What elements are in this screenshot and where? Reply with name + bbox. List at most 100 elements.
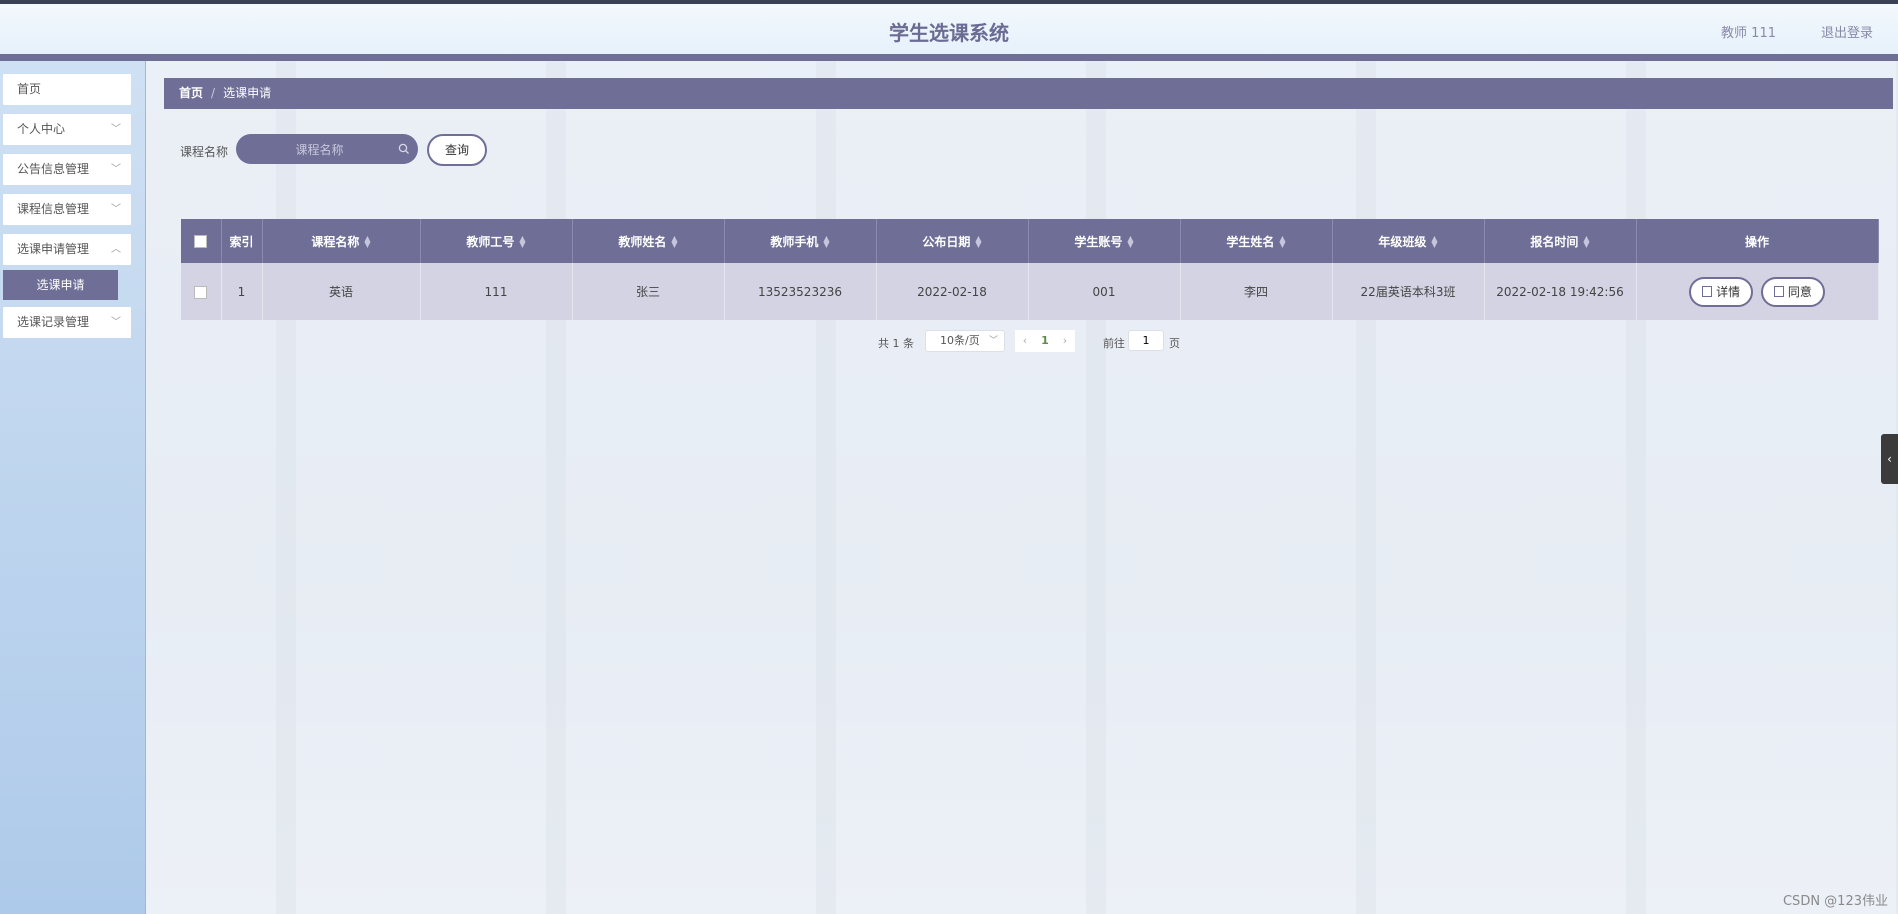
goto-page-input[interactable]: [1128, 330, 1164, 351]
page-number-button[interactable]: 1: [1035, 330, 1055, 352]
row-select-cell: [181, 263, 222, 320]
chevron-down-icon: ﹀: [111, 124, 121, 135]
approve-button-label: 同意: [1787, 284, 1812, 299]
chevron-down-icon: ﹀: [988, 336, 998, 346]
column-header-actions: 操作: [1636, 219, 1879, 263]
column-label: 教师手机: [770, 234, 819, 249]
detail-button-label: 详情: [1716, 284, 1741, 299]
column-header-teacher-phone[interactable]: 教师手机 ▲ ▼: [724, 219, 877, 263]
column-label: 课程名称: [311, 234, 360, 249]
next-page-button[interactable]: ›: [1055, 330, 1075, 352]
column-header-student-account[interactable]: 学生账号 ▲ ▼: [1028, 219, 1181, 263]
sidebar-item-label: 选课记录管理: [17, 315, 90, 329]
search-label: 课程名称: [180, 145, 229, 159]
column-header-teacher-id[interactable]: 教师工号 ▲ ▼: [420, 219, 573, 263]
cell-actions: 详情 同意: [1636, 263, 1879, 320]
sort-icon[interactable]: ▲ ▼: [671, 235, 677, 249]
sort-icon[interactable]: ▲ ▼: [519, 235, 525, 249]
app-title: 学生选课系统: [889, 21, 1009, 45]
cell-teacher-id: 111: [420, 263, 573, 320]
pagination: 共 1 条 10条/页 ﹀ ‹ 1 › 前往 页: [146, 330, 1898, 354]
application-table: 索引 课程名称 ▲ ▼ 教师工号 ▲ ▼ 教师姓名 ▲ ▼ 教师手机 ▲ ▼ 公布日期 ▲ ▼ 学生…: [181, 219, 1879, 320]
cell-teacher-name: 张三: [572, 263, 725, 320]
sidebar-item-label: 首页: [17, 82, 42, 96]
page-size-select[interactable]: 10条/页 ﹀: [925, 330, 1005, 352]
chevron-down-icon: ﹀: [111, 317, 121, 328]
sort-icon[interactable]: ▲ ▼: [1431, 235, 1437, 249]
cell-publish-date: 2022-02-18: [876, 263, 1029, 320]
column-label: 操作: [1744, 234, 1769, 249]
sidebar-item-personal-center[interactable]: 个人中心 ﹀: [3, 114, 131, 145]
column-label: 年级班级: [1378, 234, 1427, 249]
app-header: 学生选课系统 教师 111 退出登录: [0, 4, 1898, 54]
sort-icon[interactable]: ▲ ▼: [1279, 235, 1285, 249]
detail-button[interactable]: 详情: [1689, 276, 1754, 307]
column-label: 报名时间: [1530, 234, 1579, 249]
select-all-checkbox[interactable]: [194, 235, 208, 248]
breadcrumb-current: 选课申请: [223, 86, 272, 100]
sort-icon[interactable]: ▲ ▼: [364, 235, 370, 249]
column-header-publish-date[interactable]: 公布日期 ▲ ▼: [876, 219, 1029, 263]
document-icon: [1702, 285, 1713, 297]
table-header-row: 索引 课程名称 ▲ ▼ 教师工号 ▲ ▼ 教师姓名 ▲ ▼ 教师手机 ▲ ▼ 公布日期 ▲ ▼ 学生…: [181, 219, 1879, 263]
approve-button[interactable]: 同意: [1760, 276, 1825, 307]
sidebar-item-record-management[interactable]: 选课记录管理 ﹀: [3, 307, 131, 338]
cell-teacher-phone: 13523523236: [724, 263, 877, 320]
breadcrumb-separator: /: [211, 86, 216, 100]
sidebar-item-label: 选课申请管理: [17, 242, 90, 256]
sort-icon[interactable]: ▲ ▼: [975, 235, 981, 249]
select-all-cell: [181, 219, 222, 263]
sidebar-item-label: 个人中心: [17, 122, 66, 136]
chevron-down-icon: ﹀: [111, 164, 121, 175]
cell-signup-time: 2022-02-18 19:42:56: [1484, 263, 1637, 320]
cell-student-account: 001: [1028, 263, 1181, 320]
sort-icon[interactable]: ▲ ▼: [823, 235, 829, 249]
header-divider: [0, 54, 1898, 61]
cell-student-name: 李四: [1180, 263, 1333, 320]
breadcrumb: 首页 / 选课申请: [164, 78, 1893, 109]
column-label: 教师工号: [466, 234, 515, 249]
document-icon: [1773, 285, 1784, 297]
column-header-student-name[interactable]: 学生姓名 ▲ ▼: [1180, 219, 1333, 263]
sidebar-item-label: 课程信息管理: [17, 202, 90, 216]
column-header-teacher-name[interactable]: 教师姓名 ▲ ▼: [572, 219, 725, 263]
page-unit-label: 页: [1169, 337, 1180, 350]
column-label: 教师姓名: [618, 234, 667, 249]
column-header-class[interactable]: 年级班级 ▲ ▼: [1332, 219, 1485, 263]
cell-index: 1: [221, 263, 263, 320]
column-header: 索引: [221, 219, 263, 263]
sidebar-item-application-management[interactable]: 选课申请管理 ︿: [3, 234, 131, 265]
query-button[interactable]: 查询: [427, 134, 487, 166]
breadcrumb-home[interactable]: 首页: [179, 86, 203, 100]
prev-page-button[interactable]: ‹: [1015, 330, 1035, 352]
logout-link[interactable]: 退出登录: [1821, 22, 1873, 41]
search-icon: [398, 143, 409, 154]
sidebar-item-label: 公告信息管理: [17, 162, 90, 176]
main-content: 首页 / 选课申请 课程名称 查询 索引 课程名称 ▲▼ 教师工号 ▲▼ 教师姓名 ▲▼ …: [146, 61, 1898, 914]
chevron-down-icon: ﹀: [111, 204, 121, 215]
cell-course-name: 英语: [262, 263, 421, 320]
column-label: 公布日期: [922, 234, 971, 249]
table-row: 1 英语 111 张三 13523523236 2022-02-18 001 李…: [181, 263, 1879, 320]
column-header-course-name[interactable]: 课程名称 ▲ ▼: [262, 219, 421, 263]
sort-icon[interactable]: ▲ ▼: [1127, 235, 1133, 249]
chevron-up-icon: ︿: [111, 244, 121, 255]
sidebar-item-home[interactable]: 首页: [3, 74, 131, 105]
column-header-signup-time[interactable]: 报名时间 ▲ ▼: [1484, 219, 1637, 263]
goto-label: 前往: [1103, 337, 1125, 350]
sort-icon[interactable]: ▲ ▼: [1583, 235, 1589, 249]
page-size-value: 10条/页: [940, 334, 980, 347]
collapse-panel-button[interactable]: ‹: [1881, 434, 1898, 484]
sidebar: 首页 个人中心 ﹀ 公告信息管理 ﹀ 课程信息管理 ﹀ 选课申请管理 ︿ 选课申…: [0, 61, 146, 914]
column-label: 索引: [229, 234, 254, 249]
column-label: 学生账号: [1074, 234, 1123, 249]
sidebar-item-notice-management[interactable]: 公告信息管理 ﹀: [3, 154, 131, 185]
current-user: 教师 111: [1721, 26, 1776, 41]
pagination-total: 共 1 条: [878, 337, 914, 350]
row-checkbox[interactable]: [194, 285, 208, 299]
sidebar-item-course-management[interactable]: 课程信息管理 ﹀: [3, 194, 131, 225]
cell-class: 22届英语本科3班: [1332, 263, 1485, 320]
sidebar-subitem-course-application[interactable]: 选课申请: [3, 270, 118, 300]
search-input[interactable]: [250, 134, 389, 166]
search-box: [236, 134, 418, 166]
